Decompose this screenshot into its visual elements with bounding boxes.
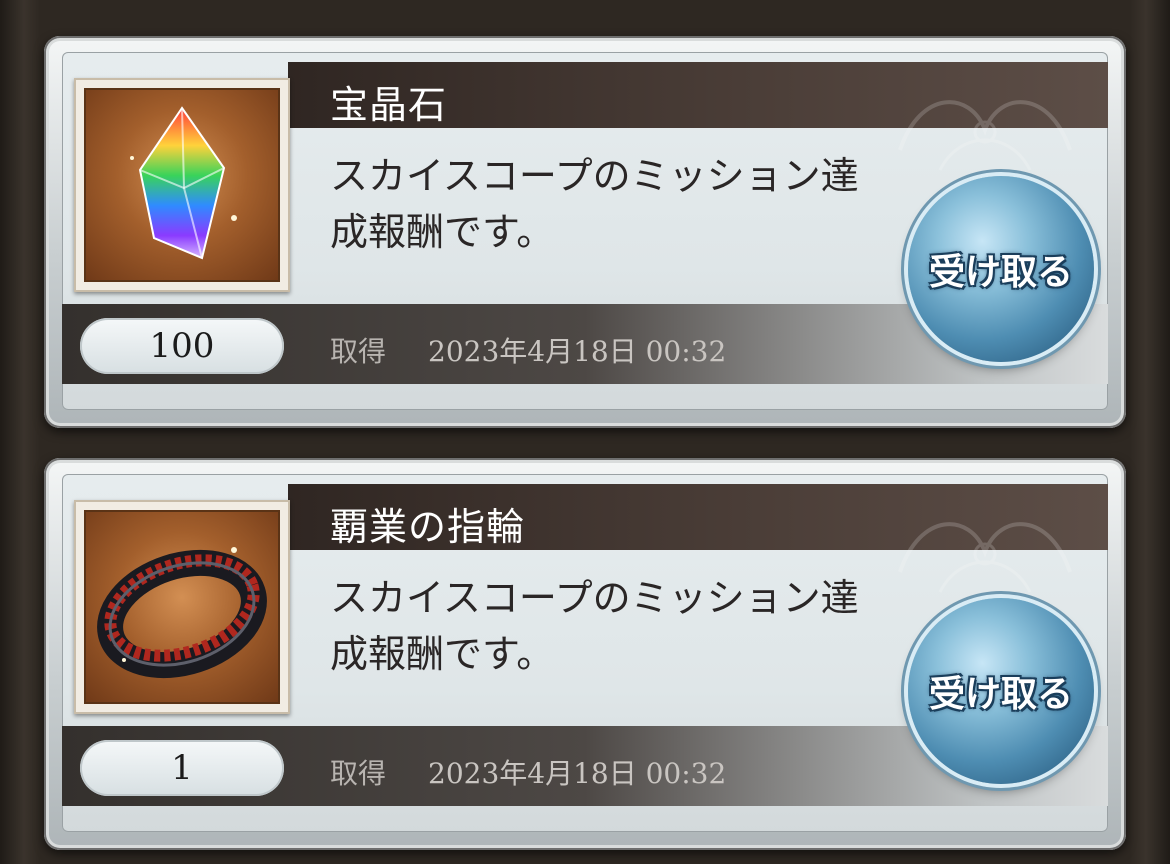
item-description: スカイスコープのミッション達成報酬です。	[330, 154, 859, 254]
acquired-date: 2023年4月18日 00:32	[428, 335, 727, 368]
acquired-label: 取得	[330, 757, 387, 790]
item-count: 100	[80, 318, 284, 374]
item-thumbnail	[74, 78, 290, 292]
receive-button[interactable]: 受け取る	[908, 176, 1094, 362]
item-art	[84, 510, 280, 704]
receive-button-label: 受け取る	[928, 674, 1073, 715]
acquired-label: 取得	[330, 335, 387, 368]
reward-card: 宝晶石 スカイスコープのミッション達成報酬です。 100 取得 2023年4月1…	[44, 36, 1126, 428]
item-art	[84, 88, 280, 282]
reward-card: 覇業の指輪 スカイスコープのミッション達成報酬です。 1 取得 2023年4月1…	[44, 458, 1126, 850]
reward-card-body: 覇業の指輪 スカイスコープのミッション達成報酬です。 1 取得 2023年4月1…	[62, 474, 1108, 832]
item-thumbnail	[74, 500, 290, 714]
receive-button-label: 受け取る	[928, 252, 1073, 293]
ring-icon	[97, 547, 267, 679]
crystal-icon	[130, 106, 237, 260]
item-name: 宝晶石	[330, 83, 448, 127]
item-count: 1	[80, 740, 284, 796]
ornament-icon	[898, 100, 1072, 171]
ornament-icon	[898, 522, 1072, 593]
item-description: スカイスコープのミッション達成報酬です。	[330, 576, 859, 676]
acquired-date: 2023年4月18日 00:32	[428, 757, 727, 790]
item-name: 覇業の指輪	[330, 505, 526, 549]
receive-button[interactable]: 受け取る	[908, 598, 1094, 784]
reward-card-body: 宝晶石 スカイスコープのミッション達成報酬です。 100 取得 2023年4月1…	[62, 52, 1108, 410]
